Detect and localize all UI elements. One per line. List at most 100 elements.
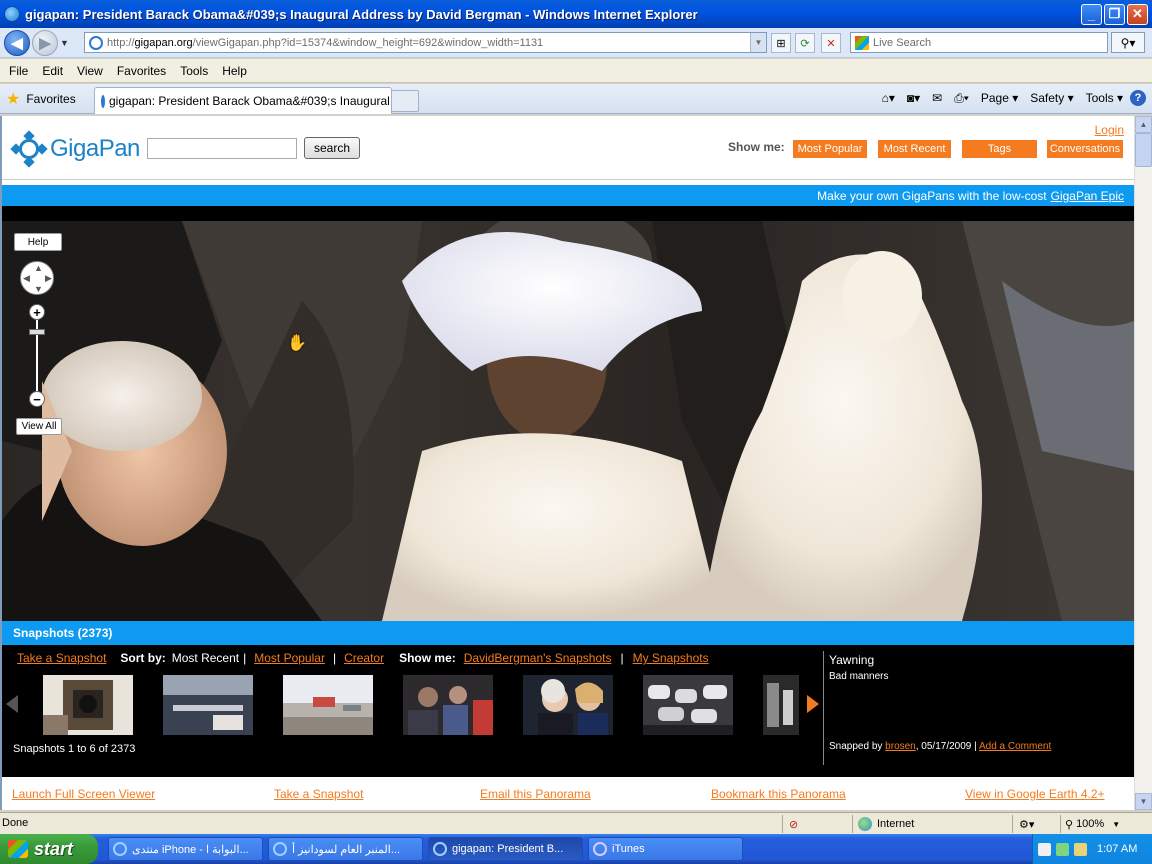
sort-most-popular-link[interactable]: Most Popular — [254, 651, 325, 665]
ie-icon — [273, 842, 287, 856]
google-earth-link[interactable]: View in Google Earth 4.2+ — [965, 787, 1105, 801]
status-bar: Done ⊘ Internet ⚙▾ ⚲ 100% ▼ — [0, 812, 1152, 834]
windows-logo-icon — [8, 840, 28, 858]
snapshot-thumbnail[interactable] — [43, 675, 133, 735]
help-icon[interactable]: ? — [1130, 90, 1146, 106]
compatibility-view-icon[interactable]: ⊞ — [771, 33, 791, 53]
snapshot-thumbnail[interactable] — [643, 675, 733, 735]
read-mail-icon[interactable]: ✉ — [927, 91, 947, 105]
site-search-input[interactable] — [147, 138, 297, 159]
page-icon — [89, 35, 103, 50]
site-search-button[interactable]: search — [304, 137, 360, 159]
recent-pages-dropdown-icon[interactable]: ▼ — [60, 38, 72, 48]
launch-fullscreen-link[interactable]: Launch Full Screen Viewer — [12, 787, 155, 801]
most-recent-button[interactable]: Most Recent — [878, 140, 951, 158]
snapshot-thumbnail[interactable] — [523, 675, 613, 735]
bookmark-panorama-link[interactable]: Bookmark this Panorama — [711, 787, 846, 801]
show-me-label: Show me: — [399, 651, 456, 665]
stop-icon[interactable]: ✕ — [821, 33, 841, 53]
security-zone[interactable]: Internet — [852, 815, 1012, 833]
snapshot-description: Bad manners — [829, 671, 889, 682]
taskbar-item-active[interactable]: gigapan: President B... — [428, 837, 583, 861]
network-icon[interactable] — [1038, 842, 1051, 856]
taskbar-item-label: iTunes — [612, 843, 645, 855]
menu-bar: File Edit View Favorites Tools Help — [0, 59, 1152, 83]
tab-title: gigapan: President Barack Obama&#039;s I… — [109, 94, 392, 108]
maximize-button[interactable]: ❐ — [1104, 3, 1125, 25]
security-icon[interactable] — [1056, 842, 1069, 856]
privacy-icon[interactable]: ⊘ — [782, 815, 852, 833]
snapped-by-label: Snapped by — [829, 741, 883, 752]
login-link[interactable]: Login — [1095, 123, 1124, 137]
take-snapshot-footer-link[interactable]: Take a Snapshot — [274, 787, 363, 801]
scroll-thumb[interactable] — [1135, 133, 1152, 167]
previous-arrow-icon[interactable] — [6, 695, 18, 713]
home-icon[interactable]: ⌂▾ — [877, 91, 900, 105]
vertical-scrollbar[interactable]: ▲ ▼ — [1134, 116, 1152, 810]
menu-help[interactable]: Help — [215, 64, 254, 78]
volume-icon[interactable] — [1074, 842, 1087, 856]
zoom-level[interactable]: ⚲ 100% ▼ — [1060, 815, 1135, 833]
my-snapshots-link[interactable]: My Snapshots — [633, 651, 709, 665]
menu-edit[interactable]: Edit — [35, 64, 70, 78]
sort-creator-link[interactable]: Creator — [344, 651, 384, 665]
snapshot-thumbnail[interactable] — [163, 675, 253, 735]
favorites-button[interactable]: ★ Favorites — [6, 89, 76, 109]
start-button[interactable]: start — [0, 834, 98, 864]
gigapan-logo[interactable]: GigaPan — [10, 130, 140, 168]
refresh-icon[interactable]: ⟳ — [795, 33, 815, 53]
snapshot-thumbnail[interactable] — [763, 675, 799, 735]
zoom-slider-thumb[interactable] — [29, 329, 45, 335]
panorama-viewer[interactable]: Help ▲ ▼ ◀ ▶ + − View All ✋ — [2, 221, 1134, 621]
print-icon[interactable]: ⎙▾ — [949, 91, 974, 106]
zoom-out-button[interactable]: − — [29, 391, 45, 407]
most-popular-button[interactable]: Most Popular — [793, 140, 867, 158]
menu-file[interactable]: File — [2, 64, 35, 78]
user-snapshots-link[interactable]: DavidBergman's Snapshots — [464, 651, 612, 665]
tools-menu[interactable]: Tools ▾ — [1081, 91, 1128, 105]
page-menu[interactable]: Page ▾ — [976, 91, 1023, 105]
email-panorama-link[interactable]: Email this Panorama — [480, 787, 591, 801]
live-search-logo-icon — [855, 35, 869, 50]
taskbar-item[interactable]: المنبر العام لسودانيز أ... — [268, 837, 423, 861]
scroll-down-icon[interactable]: ▼ — [1135, 793, 1152, 810]
snapshot-author-link[interactable]: brosen — [885, 741, 916, 752]
take-snapshot-link[interactable]: Take a Snapshot — [17, 651, 106, 665]
viewer-help-button[interactable]: Help — [14, 233, 62, 251]
zoom-dropdown-icon[interactable]: ▼ — [1112, 820, 1120, 829]
add-comment-link[interactable]: Add a Comment — [979, 741, 1051, 752]
feeds-icon[interactable]: ◙▾ — [902, 91, 925, 105]
snapshot-meta: Snapped by brosen, 05/17/2009 | Add a Co… — [829, 741, 1051, 752]
protected-mode-icon[interactable]: ⚙▾ — [1012, 815, 1060, 833]
taskbar-item[interactable]: iTunes — [588, 837, 743, 861]
window-title: gigapan: President Barack Obama&#039;s I… — [25, 6, 698, 22]
promo-banner: Make your own GigaPans with the low-cost… — [2, 185, 1134, 206]
menu-favorites[interactable]: Favorites — [110, 64, 173, 78]
menu-tools[interactable]: Tools — [173, 64, 215, 78]
scroll-up-icon[interactable]: ▲ — [1135, 116, 1152, 133]
minimize-button[interactable]: _ — [1081, 3, 1102, 25]
snapshot-thumbnail[interactable] — [283, 675, 373, 735]
safety-menu[interactable]: Safety ▾ — [1025, 91, 1078, 105]
back-button[interactable]: ◀ — [4, 29, 30, 56]
tab-page-icon — [101, 94, 105, 108]
zoom-in-button[interactable]: + — [29, 304, 45, 320]
live-search-input[interactable]: Live Search — [850, 32, 1108, 53]
forward-button[interactable]: ▶ — [32, 29, 58, 56]
tags-button[interactable]: Tags — [962, 140, 1037, 158]
close-button[interactable]: ✕ — [1127, 3, 1148, 25]
next-arrow-icon[interactable] — [807, 695, 819, 713]
view-all-button[interactable]: View All — [16, 418, 62, 435]
pan-control[interactable]: ▲ ▼ ◀ ▶ — [20, 261, 54, 295]
address-dropdown-icon[interactable]: ▼ — [750, 33, 766, 52]
gigapan-epic-link[interactable]: GigaPan Epic — [1051, 189, 1124, 203]
taskbar-item[interactable]: منتدى iPhone - البوابة ا... — [108, 837, 263, 861]
conversations-button[interactable]: Conversations — [1047, 140, 1123, 158]
address-input[interactable]: http://gigapan.org/viewGigapan.php?id=15… — [84, 32, 767, 53]
search-go-icon[interactable]: ⚲▾ — [1111, 32, 1145, 53]
snapshot-thumbnail[interactable] — [403, 675, 493, 735]
tab-gigapan[interactable]: gigapan: President Barack Obama&#039;s I… — [94, 87, 392, 114]
new-tab-button[interactable] — [391, 90, 419, 112]
menu-view[interactable]: View — [70, 64, 110, 78]
gigapan-logo-icon — [10, 130, 48, 168]
